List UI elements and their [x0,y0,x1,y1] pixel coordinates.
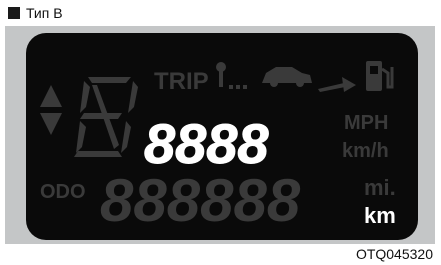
speed-digits: 8888 [144,112,269,175]
lcd-screen: TRIP 8888 MPH km/h ODO 888888 mi. km [26,33,418,240]
up-arrow-icon [40,85,62,107]
display-panel: TRIP 8888 MPH km/h ODO 888888 mi. km [5,26,435,244]
car-icon [262,67,312,87]
unit-kmh: km/h [342,140,389,162]
type-label: Тип B [26,5,63,21]
trip-label: TRIP [154,68,209,95]
figure-header: Тип B [8,3,63,23]
trip-dots [229,85,247,89]
range-arrow-icon [318,77,356,92]
unit-mi: mi. [364,175,396,200]
unit-km: km [364,203,396,228]
odometer-digits: 888888 [100,167,301,234]
fuel-pump-icon [366,61,394,91]
gear-digit [74,77,138,157]
square-bullet-icon [8,7,20,19]
odo-label: ODO [40,181,86,203]
lcd-graphic: TRIP 8888 MPH km/h ODO 888888 mi. km [40,61,396,234]
pin-icon [216,62,226,87]
figure-code: OTQ045320 [355,246,433,262]
down-arrow-icon [40,113,62,135]
unit-mph: MPH [344,112,388,134]
